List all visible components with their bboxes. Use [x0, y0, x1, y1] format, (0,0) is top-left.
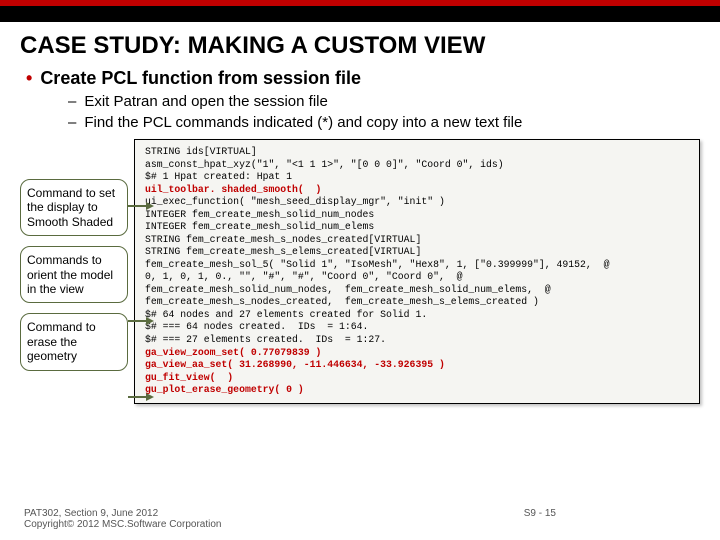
code-line: STRING ids[VIRTUAL] — [145, 146, 257, 157]
callout-smooth-shaded: Command to set the display to Smooth Sha… — [20, 179, 128, 236]
code-line: 0, 1, 0, 1, 0., "", "#", "#", "Coord 0",… — [145, 271, 462, 282]
sub-bullet-2: – Find the PCL commands indicated (*) an… — [68, 114, 700, 131]
code-line: $# 64 nodes and 27 elements created for … — [145, 309, 427, 320]
bullet-text: Create PCL function from session file — [40, 68, 361, 89]
code-line-highlight: gu_plot_erase_geometry( 0 ) — [145, 384, 304, 395]
code-line: fem_create_mesh_solid_num_nodes, fem_cre… — [145, 284, 551, 295]
code-line: INTEGER fem_create_mesh_solid_num_nodes — [145, 209, 374, 220]
connector-line — [128, 320, 148, 322]
code-line: STRING fem_create_mesh_s_elems_created[V… — [145, 246, 421, 257]
code-line-highlight: ga_view_aa_set( 31.268990, -11.446634, -… — [145, 359, 445, 370]
footer: PAT302, Section 9, June 2012 Copyright© … — [24, 508, 696, 530]
footer-line2: Copyright© 2012 MSC.Software Corporation — [24, 519, 221, 530]
dash-1: – — [68, 93, 76, 110]
code-line: asm_const_hpat_xyz("1", "<1 1 1>", "[0 0… — [145, 159, 504, 170]
code-line: ui_exec_function( "mesh_seed_display_mgr… — [145, 196, 445, 207]
page-title: CASE STUDY: MAKING A CUSTOM VIEW — [20, 32, 700, 60]
code-line-highlight: gu_fit_view( ) — [145, 372, 233, 383]
arrow-icon — [146, 202, 154, 210]
code-line: $# 1 Hpat created: Hpat 1 — [145, 171, 292, 182]
connector-line — [128, 396, 148, 398]
arrow-icon — [146, 393, 154, 401]
code-line: fem_create_mesh_sol_5( "Solid 1", "IsoMe… — [145, 259, 609, 270]
page-number: S9 - 15 — [524, 508, 556, 530]
bullet-main: • Create PCL function from session file — [26, 68, 700, 89]
sub-bullet-1: – Exit Patran and open the session file — [68, 93, 700, 110]
callout-erase-geometry: Command to erase the geometry — [20, 313, 128, 370]
code-line: $# === 64 nodes created. IDs = 1:64. — [145, 321, 368, 332]
code-line: fem_create_mesh_s_nodes_created, fem_cre… — [145, 296, 539, 307]
code-block: STRING ids[VIRTUAL] asm_const_hpat_xyz("… — [134, 139, 700, 404]
arrow-icon — [146, 317, 154, 325]
dash-2: – — [68, 114, 76, 131]
callout-orient-view: Commands to orient the model in the view — [20, 246, 128, 303]
code-line-highlight: ga_view_zoom_set( 0.77079839 ) — [145, 347, 321, 358]
code-line: INTEGER fem_create_mesh_solid_num_elems — [145, 221, 374, 232]
connector-line — [128, 205, 148, 207]
sub-text-2: Find the PCL commands indicated (*) and … — [84, 114, 522, 131]
sub-text-1: Exit Patran and open the session file — [84, 93, 328, 110]
footer-line1: PAT302, Section 9, June 2012 — [24, 508, 221, 519]
code-line-highlight: uil_toolbar. shaded_smooth( ) — [145, 184, 321, 195]
bullet-dot: • — [26, 68, 32, 89]
code-line: STRING fem_create_mesh_s_nodes_created[V… — [145, 234, 421, 245]
code-line: $# === 27 elements created. IDs = 1:27. — [145, 334, 386, 345]
